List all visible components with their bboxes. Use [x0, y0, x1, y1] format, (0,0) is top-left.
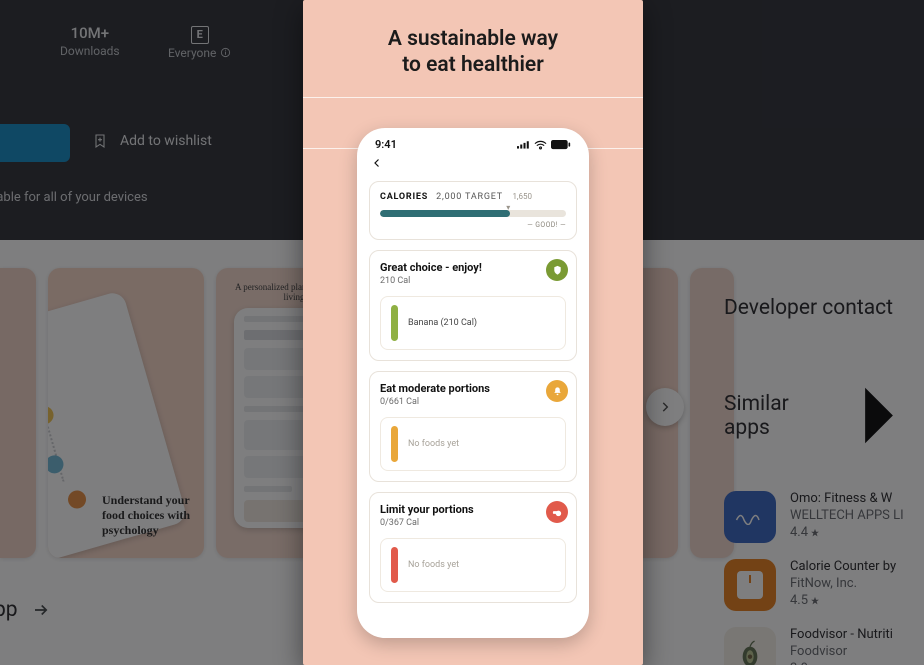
calorie-value: 1,650 [512, 192, 532, 201]
food-category-card-yellow: Eat moderate portions 0/661 Cal No foods… [369, 371, 577, 482]
back-button[interactable] [369, 151, 577, 171]
calories-label: CALORIES [380, 192, 428, 202]
cellular-icon [517, 140, 530, 149]
promo-headline: A sustainable way to eat healthier [303, 0, 643, 97]
divider [303, 97, 643, 98]
food-category-card-green: Great choice - enjoy! 210 Cal Banana (21… [369, 250, 577, 361]
clock: 9:41 [375, 138, 397, 151]
phone-status-bar: 9:41 [369, 136, 577, 151]
calorie-progress-bar [380, 210, 566, 217]
bell-icon [546, 380, 568, 402]
screenshot-lightbox: A sustainable way to eat healthier 9:41 … [303, 0, 643, 665]
card-title: Eat moderate portions [380, 382, 566, 395]
card-sub: 0/661 Cal [380, 397, 566, 407]
food-item: Banana (210 Cal) [408, 318, 477, 328]
calories-target: 2,000 TARGET [436, 192, 503, 202]
battery-icon [551, 140, 571, 150]
food-item: No foods yet [408, 560, 459, 570]
chevron-left-icon [371, 157, 383, 169]
card-sub: 210 Cal [380, 276, 566, 286]
food-category-card-red: Limit your portions 0/367 Cal No foods y… [369, 492, 577, 603]
color-pill-yellow [391, 426, 398, 462]
calorie-status: — GOOD! — [380, 221, 566, 229]
wifi-icon [534, 140, 547, 150]
food-item: No foods yet [408, 439, 459, 449]
shield-icon [546, 259, 568, 281]
color-pill-green [391, 305, 398, 341]
calories-card: CALORIES 2,000 TARGET ▾ 1,650 — GOOD! — [369, 181, 577, 240]
card-title: Great choice - enjoy! [380, 261, 566, 274]
card-sub: 0/367 Cal [380, 518, 566, 528]
color-pill-red [391, 547, 398, 583]
card-title: Limit your portions [380, 503, 566, 516]
whistle-icon [546, 501, 568, 523]
phone-mockup: 9:41 CALORIES 2,000 TARGET ▾ 1,650 — GOO… [357, 128, 589, 638]
